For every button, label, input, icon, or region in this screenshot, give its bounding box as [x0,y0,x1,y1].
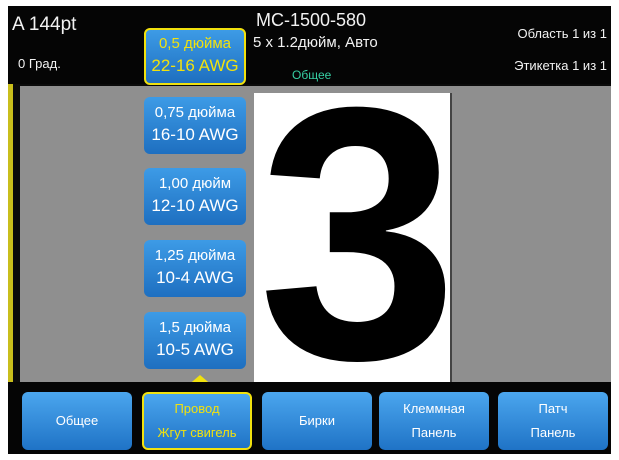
font-size-readout[interactable]: A 144pt [12,14,76,36]
tab-label: Патч [538,401,568,416]
tab-wire-harness[interactable]: Провод Жгут свигель [142,392,252,450]
category-tab-bar: Общее Провод Жгут свигель Бирки Клеммная… [8,382,611,454]
size-option-label: 1,5 дюйма [158,319,232,336]
tab-general[interactable]: Общее [22,392,132,450]
tab-label-line2: Панель [530,425,576,440]
size-option-0-5-inch[interactable]: 0,5 дюйма 22-16 AWG [144,28,246,85]
part-number: MC-1500-580 [256,10,367,30]
label-text[interactable]: 3 [243,54,473,414]
size-option-0-75-inch[interactable]: 0,75 дюйма 16-10 AWG [144,97,246,154]
size-option-1-00-inch[interactable]: 1,00 дюйм 12-10 AWG [144,168,246,225]
tab-label: Бирки [299,413,335,428]
tab-tags[interactable]: Бирки [262,392,372,450]
label-counter[interactable]: Этикетка 1 из 1 [514,58,607,73]
tab-label-line2: Жгут свигель [157,425,237,440]
size-option-label: 0,75 дюйма [154,104,236,121]
size-option-label: 1,00 дюйм [158,175,232,192]
size-option-awg: 10-4 AWG [156,268,234,287]
size-option-awg: 16-10 AWG [151,125,239,144]
tab-label-line2: Панель [411,425,457,440]
size-option-label: 1,25 дюйма [154,247,236,264]
tab-label: Общее [55,413,99,428]
size-option-awg: 10-5 AWG [156,340,234,359]
size-option-awg: 12-10 AWG [151,196,239,215]
tab-label: Провод [174,401,220,416]
tab-label: Клеммная [403,401,465,416]
size-option-label: 0,5 дюйма [158,35,232,52]
printer-screen: A 144pt 0 Град. MC-1500-580 5 x 1.2дюйм,… [8,6,611,454]
tab-terminal-block[interactable]: Клеммная Панель [379,392,489,450]
rotation-readout[interactable]: 0 Град. [18,56,61,71]
size-option-1-5-inch[interactable]: 1,5 дюйма 10-5 AWG [144,312,246,369]
area-counter[interactable]: Область 1 из 1 [517,26,607,41]
size-option-1-25-inch[interactable]: 1,25 дюйма 10-4 AWG [144,240,246,297]
size-option-awg: 22-16 AWG [151,56,239,75]
tab-patch-panel[interactable]: Патч Панель [498,392,608,450]
